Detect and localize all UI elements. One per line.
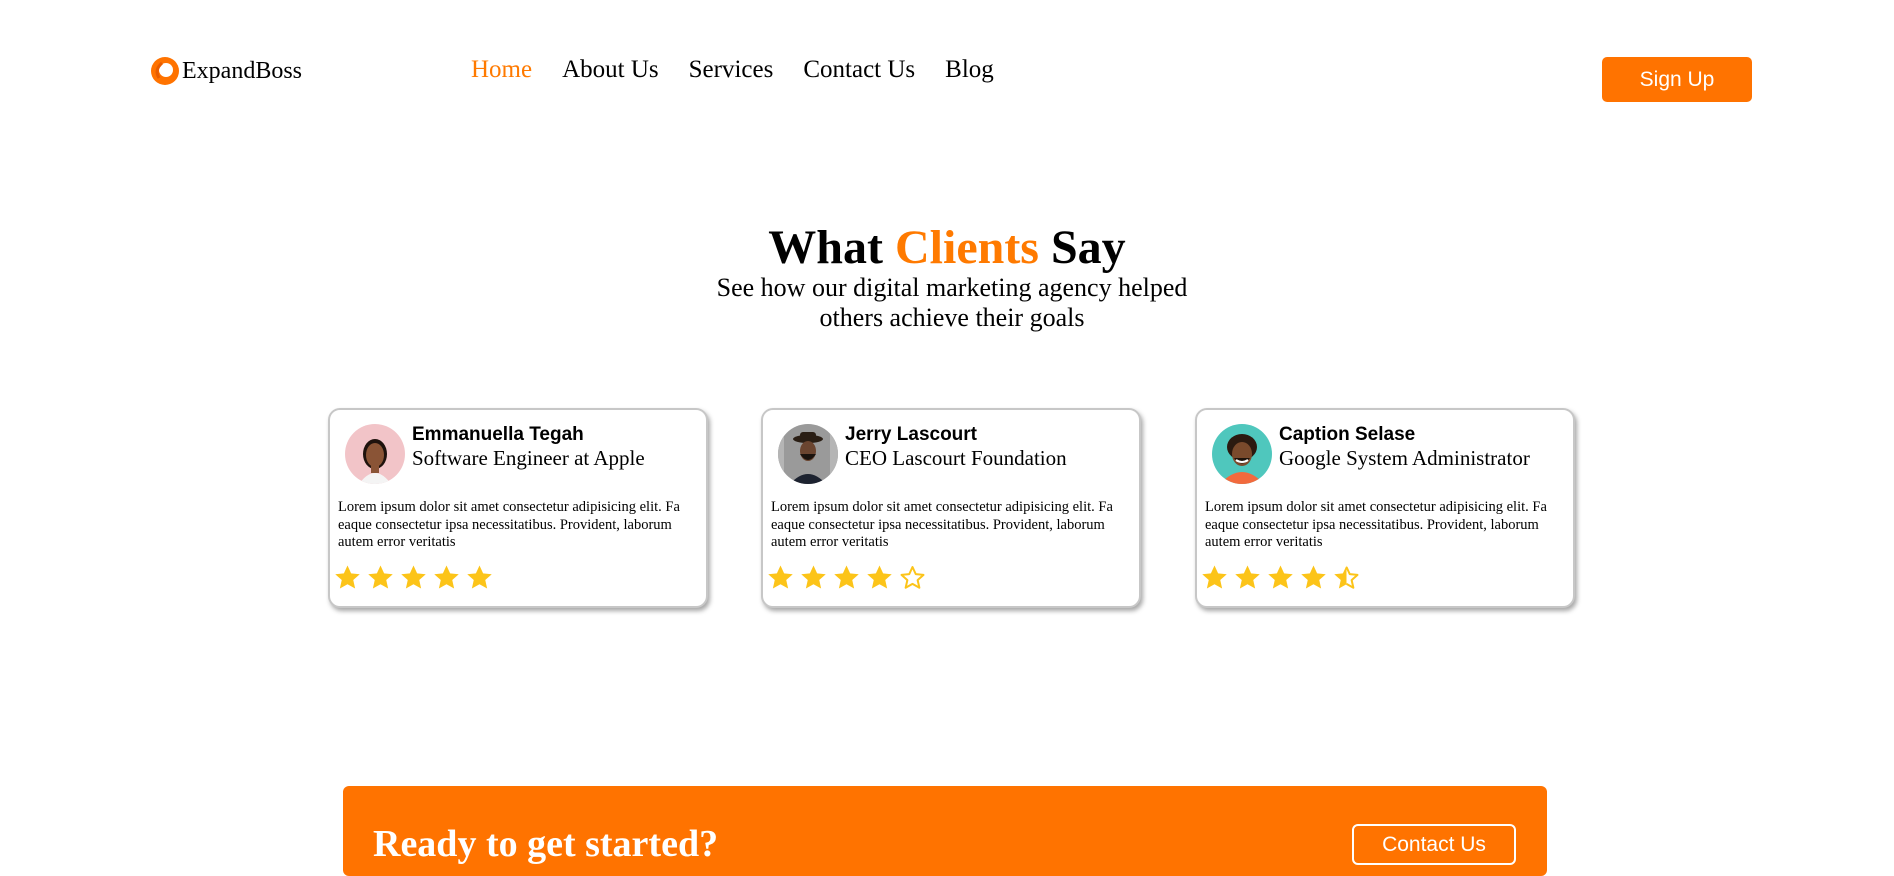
logo-text: ExpandBoss [182,58,302,84]
avatar [1212,424,1272,484]
star-filled-icon [867,565,892,589]
star-filled-icon [467,565,492,589]
title-part-2: Say [1050,221,1126,274]
cta-title: Ready to get started? [373,823,719,865]
star-rating [331,563,496,593]
testimonial-card: Jerry Lascourt CEO Lascourt Foundation L… [761,408,1141,608]
testimonial-card: Caption Selase Google System Administrat… [1195,408,1575,608]
star-rating [764,563,929,593]
nav-services[interactable]: Services [689,53,774,87]
star-filled-icon [801,565,826,589]
star-empty-icon [900,566,925,589]
section-title: What Clients Say [0,220,1894,276]
client-name: Jerry Lascourt [845,424,978,445]
star-filled-icon [1235,565,1260,589]
star-half-icon [1334,565,1359,589]
star-filled-icon [434,565,459,589]
client-name: Emmanuella Tegah [412,424,584,445]
testimonial-text: Lorem ipsum dolor sit amet consectetur a… [1205,499,1547,550]
client-role: Software Engineer at Apple [412,446,645,470]
star-filled-icon [1301,565,1326,589]
client-name: Caption Selase [1279,424,1416,445]
testimonial-text: Lorem ipsum dolor sit amet consectetur a… [771,499,1113,550]
avatar [345,424,405,484]
nav-about-us[interactable]: About Us [562,53,659,87]
title-part-1: What [768,221,883,274]
nav-contact-us[interactable]: Contact Us [803,53,915,87]
cta-banner: Ready to get started? Contact Us [343,786,1547,876]
main-nav: Home About Us Services Contact Us Blog [471,53,1024,87]
avatar [778,424,838,484]
contact-us-button[interactable]: Contact Us [1352,824,1516,865]
sign-up-button[interactable]: Sign Up [1602,57,1752,102]
star-filled-icon [335,565,360,589]
section-subtitle: See how our digital marketing agency hel… [716,273,1188,332]
star-filled-icon [368,565,393,589]
star-filled-icon [1202,565,1227,589]
testimonial-text: Lorem ipsum dolor sit amet consectetur a… [338,499,680,550]
testimonial-card: Emmanuella Tegah Software Engineer at Ap… [328,408,708,608]
star-rating [1198,563,1363,593]
title-accent: Clients [894,221,1039,274]
nav-blog[interactable]: Blog [945,53,994,87]
logo[interactable]: ExpandBoss [150,56,302,86]
logo-icon [151,57,179,85]
star-filled-icon [401,565,426,589]
nav-home[interactable]: Home [471,53,532,87]
star-filled-icon [834,565,859,589]
star-filled-icon [1268,565,1293,589]
client-role: Google System Administrator [1279,446,1530,470]
client-role: CEO Lascourt Foundation [845,446,1067,470]
star-filled-icon [768,565,793,589]
